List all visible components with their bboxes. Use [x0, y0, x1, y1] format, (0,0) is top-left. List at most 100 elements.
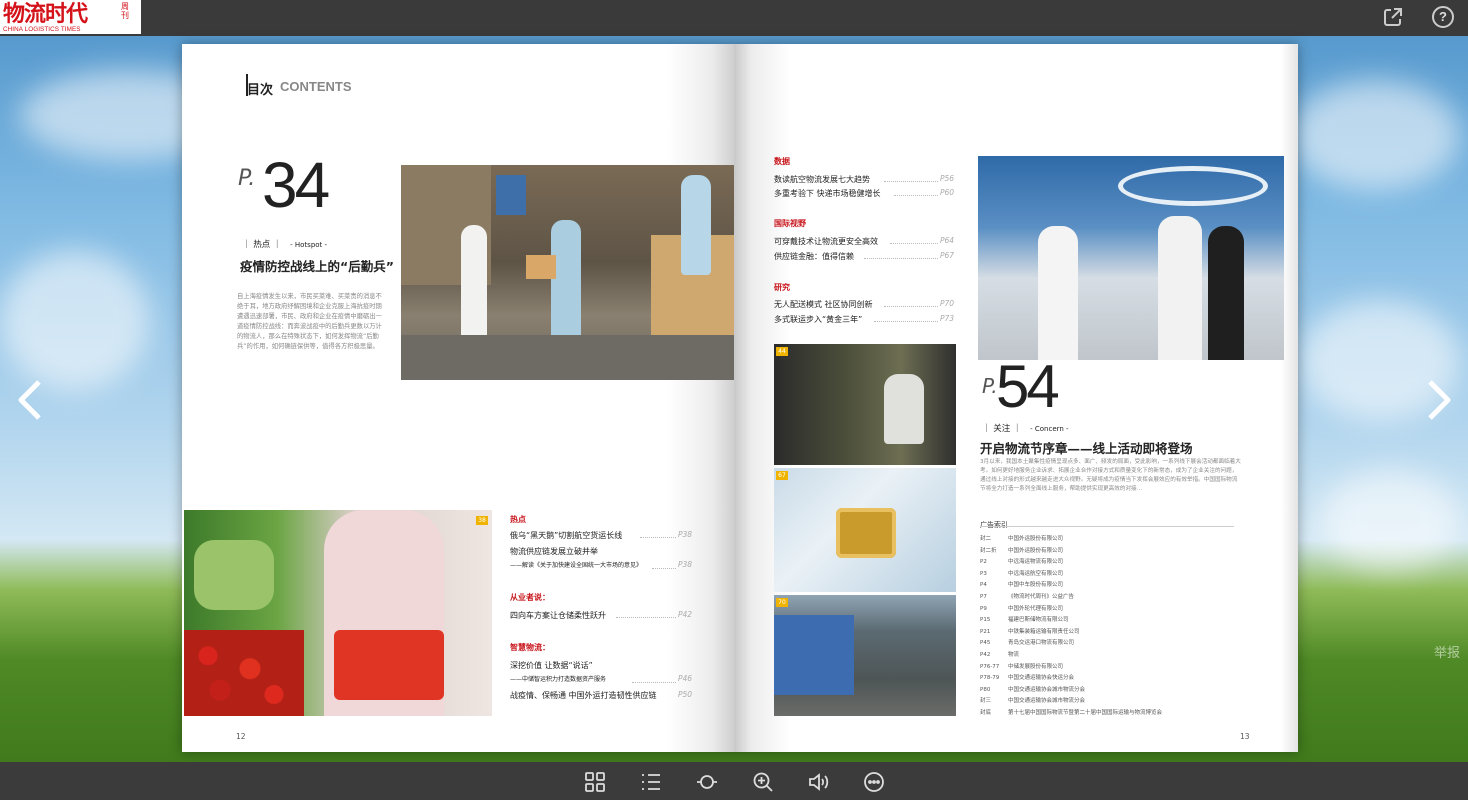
ad-index-row: 封二折 中国外运股份有限公司 [980, 546, 1063, 554]
ad-advertiser: 中远海运物流有限公司 [1008, 559, 1064, 566]
toc-item[interactable]: 战疫情、保畅通 中国外运打造韧性供应链 [510, 690, 657, 701]
toc-item[interactable]: 多式联运步入“黄金三年” [774, 314, 862, 325]
toc-item-page: P64 [940, 236, 955, 245]
ad-page: P9 [980, 605, 987, 612]
toc-section-label: 从业者说： [510, 593, 550, 602]
ad-index-row: 封底 第十七届中国国际物流节暨第二十届中国国际运输与物流博览会 [980, 708, 1162, 716]
ad-index-row: P45 青岛交运港口物流有限公司 [980, 638, 1074, 646]
toc-leader [874, 321, 938, 322]
toc-leader [890, 243, 938, 244]
ad-index-row: P2 中远海运物流有限公司 [980, 557, 1063, 565]
toc-item[interactable]: 多重考验下 快递市场稳健增长 [774, 188, 881, 199]
ad-advertiser: 物流 [1008, 652, 1020, 658]
toc-item[interactable]: 可穿戴技术让物流更安全高效 [774, 236, 878, 247]
toc-item-page: P50 [678, 690, 693, 699]
feature-page-number: 54 [996, 353, 1060, 420]
toc-section-label: 热点 [510, 515, 526, 524]
toc-section-label: 数据 [774, 157, 790, 166]
toc-item[interactable]: 四向车方案让仓储柔性跃升 [510, 610, 606, 621]
ad-page: P78-79 [980, 675, 1000, 682]
more-icon[interactable] [863, 771, 885, 793]
toc-item-sub: ——解读《关于加快建设全国统一大市场的意见》 [510, 562, 643, 569]
ad-page: P15 [980, 617, 991, 624]
toc-item-page: P38 [678, 530, 693, 539]
page-number-left: 12 [236, 732, 246, 741]
help-icon[interactable]: ? [1432, 6, 1454, 28]
logo-title: 物流时代 [3, 1, 88, 27]
photo-badge: 70 [776, 598, 788, 607]
logo-weekly: 周刊 [121, 2, 129, 20]
ad-page: P7 [980, 594, 987, 600]
feature-title[interactable]: 开启物流节序章——线上活动即将登场 [980, 438, 1193, 457]
ad-index-row: P3 中远海运航空有限公司 [980, 569, 1063, 577]
ad-advertiser: 第十七届中国国际物流节暨第二十届中国国际运输与物流博览会 [1008, 710, 1163, 716]
ad-index-row: P80 中国交通运输协会城市物流分会 [980, 685, 1085, 693]
ad-index-row: P15 福建巴斯储物流有限公司 [980, 615, 1069, 623]
toc-item-page: P46 [678, 674, 693, 683]
toc-item-page: P60 [940, 188, 955, 197]
toc-item[interactable]: 数读航空物流发展七大趋势 [774, 174, 870, 185]
warehouse-photo: 44 [774, 344, 956, 465]
ad-page: P45 [980, 640, 991, 647]
sky-cloud [0, 250, 150, 390]
feature-summary: 3月以来，我国本土聚集性疫情呈现点多、面广、频发的局面，受此影响，一系列线下展会… [980, 459, 1241, 492]
toc-item-page: P56 [940, 174, 955, 183]
coins-photo: 67 [774, 468, 956, 592]
toc-section-label: 智慧物流： [510, 643, 550, 652]
photo-badge: 67 [776, 471, 788, 480]
toc-section-label: 研究 [774, 283, 790, 292]
contents-heading-en: CONTENTS [280, 79, 352, 94]
ad-advertiser: 中国外运股份有限公司 [1008, 536, 1064, 542]
toc-item-page: P73 [940, 314, 955, 323]
ad-page: 封底 [980, 710, 992, 716]
street-photo: 70 [774, 595, 956, 716]
feature-p-label: P. [238, 166, 256, 191]
photo-badge: 44 [776, 347, 788, 356]
toc-item-page: P70 [940, 299, 955, 308]
expo-photo [978, 156, 1284, 360]
toc-leader [884, 181, 938, 182]
brand-logo[interactable]: 物流时代 周刊 CHINA LOGISTICS TIMES [0, 0, 141, 34]
feature-title[interactable]: 疫情防控战线上的“后勤兵” [240, 256, 394, 275]
toc-leader [894, 195, 938, 196]
ad-page: P42 [980, 652, 991, 658]
ad-advertiser: 中国外运股份有限公司 [1008, 547, 1064, 554]
toc-item[interactable]: 无人配送模式 社区协同创新 [774, 299, 873, 310]
right-page: 数据 数读航空物流发展七大趋势 P56 多重考验下 快递市场稳健增长 P60 国… [734, 44, 1298, 752]
feature-tag-en: - Hotspot - [290, 241, 328, 249]
ad-index-row: 封三 中国交通运输协会城市物流分会 [980, 696, 1085, 704]
ads-title: 广告索引 [980, 521, 1008, 529]
autoplay-icon[interactable] [696, 771, 718, 793]
hotspot-photo [401, 165, 734, 380]
toc-item[interactable]: 俄乌“黑天鹅”切割航空货运长线 [510, 530, 622, 541]
feature-page-number: 34 [262, 149, 330, 221]
list-view-icon[interactable] [640, 771, 662, 793]
ad-page: P2 [980, 559, 987, 566]
zoom-in-icon[interactable] [752, 771, 774, 793]
top-toolbar: 物流时代 周刊 CHINA LOGISTICS TIMES ? [0, 0, 1468, 36]
ad-advertiser: 中储发展股份有限公司 [1008, 663, 1064, 670]
grid-view-icon[interactable] [584, 771, 606, 793]
ad-page: P3 [980, 570, 987, 577]
feature-tag: ｜ 热点 ｜ - Hotspot - [242, 240, 328, 250]
ad-index-row: P78-79 中国交通运输协会快运分会 [980, 673, 1074, 681]
left-page: 目次 CONTENTS P. 34 ｜ 热点 ｜ - Hotspot - 疫情防… [182, 44, 734, 752]
ad-index-row: P21 中铁集装箱运输有限责任公司 [980, 627, 1080, 635]
magazine-spread[interactable]: 目次 CONTENTS P. 34 ｜ 热点 ｜ - Hotspot - 疫情防… [182, 44, 1298, 752]
toc-leader [640, 537, 676, 538]
toc-item[interactable]: 供应链金融：值得信赖 [774, 251, 854, 262]
share-icon[interactable] [1382, 6, 1404, 28]
sound-icon[interactable] [807, 771, 829, 793]
toc-leader [616, 617, 676, 618]
toc-item[interactable]: 深挖价值 让数据“说话” [510, 660, 593, 671]
logo-subtitle: CHINA LOGISTICS TIMES [3, 26, 81, 33]
ad-advertiser: 中国外轮代理有限公司 [1008, 605, 1064, 612]
prev-page-arrow[interactable] [15, 378, 45, 422]
contents-heading-cn: 目次 [247, 83, 274, 98]
help-label: ? [1439, 9, 1447, 24]
produce-photo: 38 [184, 510, 492, 716]
toc-item[interactable]: 物流供应链发展立破并举 [510, 546, 598, 557]
report-watermark: 举报 [1434, 646, 1461, 661]
photo-badge: 38 [476, 516, 488, 525]
next-page-arrow[interactable] [1424, 378, 1454, 422]
